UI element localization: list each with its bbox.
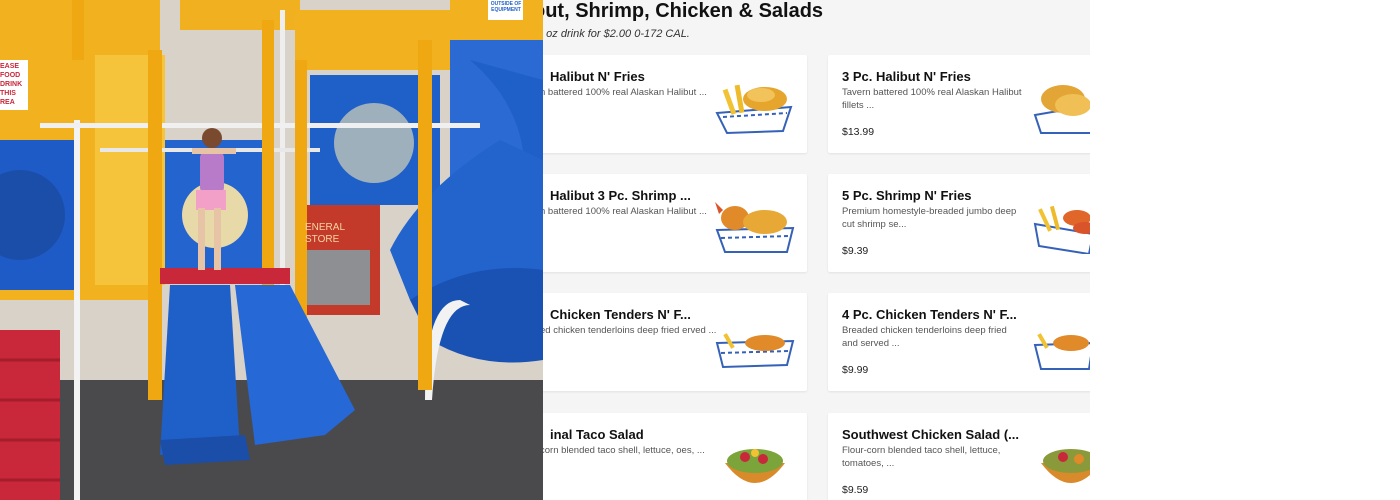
item-description: Breaded chicken tenderloins deep fried a… [842,325,1007,349]
menu-item-card[interactable]: Chicken Tenders N' F... ed chicken tende… [543,293,807,391]
item-name: Southwest Chicken Salad (... [842,427,1019,442]
item-description: corn blended taco shell, lettuce, oes, .… [543,445,705,456]
menu-item-card[interactable]: Southwest Chicken Salad (... Flour-corn … [828,413,1090,500]
item-description: Premium homestyle-breaded jumbo deep cut… [842,206,1017,230]
menu-subtitle: 0 oz drink for $2.00 0-172 CAL. [543,28,690,40]
item-name: Halibut N' Fries [550,69,645,84]
item-description: n battered 100% real Alaskan Halibut ... [543,87,707,98]
menu-panel: out, Shrimp, Chicken & Salads 0 oz drink… [543,0,1090,500]
item-price: $13.99 [842,126,875,138]
item-price: $9.39 [842,245,869,257]
item-name: 5 Pc. Shrimp N' Fries [842,188,972,203]
menu-item-card[interactable]: Halibut 3 Pc. Shrimp ... n battered 100%… [543,174,807,272]
menu-item-card[interactable]: Halibut N' Fries n battered 100% real Al… [543,55,807,153]
taco-salad-image [725,449,785,483]
sign-general-store: ENERAL STORE [305,222,345,245]
item-description: Tavern battered 100% real Alaskan Halibu… [842,87,1022,111]
chicken-tenders-image [715,333,795,369]
menu-item-card[interactable]: inal Taco Salad corn blended taco shell,… [543,413,807,500]
chicken-salad-image [1041,449,1090,483]
item-price: $9.99 [842,364,869,376]
item-price: $9.59 [842,484,869,496]
item-description: ed chicken tenderloins deep fried erved … [543,325,717,336]
item-name: inal Taco Salad [550,427,644,442]
menu-title: out, Shrimp, Chicken & Salads [543,0,824,22]
sign-please: EASE FOOD DRINK THIS REA [0,63,23,106]
item-name: Chicken Tenders N' F... [550,307,691,322]
menu-item-card[interactable]: 4 Pc. Chicken Tenders N' F... Breaded ch… [828,293,1090,391]
item-name: 4 Pc. Chicken Tenders N' F... [842,307,1017,322]
item-name: 3 Pc. Halibut N' Fries [842,69,971,84]
blank-area [1090,0,1400,500]
playground-photo: EASE FOOD DRINK THIS REA OUTSIDE OF EQUI… [0,0,543,500]
sign-equipment: OUTSIDE OF EQUIPMENT [490,1,522,13]
item-description: Flour-corn blended taco shell, lettuce, … [842,445,1001,469]
fish-and-shrimp-image [715,202,795,253]
chicken-tenders-image [1033,333,1090,370]
shrimp-and-fries-image [1033,205,1090,254]
fish-and-fries-image [1033,85,1090,134]
playground-illustration [0,0,543,500]
item-description: n battered 100% real Alaskan Halibut ... [543,206,707,217]
menu-item-card[interactable]: 5 Pc. Shrimp N' Fries Premium homestyle-… [828,174,1090,272]
menu-item-card[interactable]: 3 Pc. Halibut N' Fries Tavern battered 1… [828,55,1090,153]
fish-and-fries-image [715,84,793,135]
item-name: Halibut 3 Pc. Shrimp ... [550,188,691,203]
